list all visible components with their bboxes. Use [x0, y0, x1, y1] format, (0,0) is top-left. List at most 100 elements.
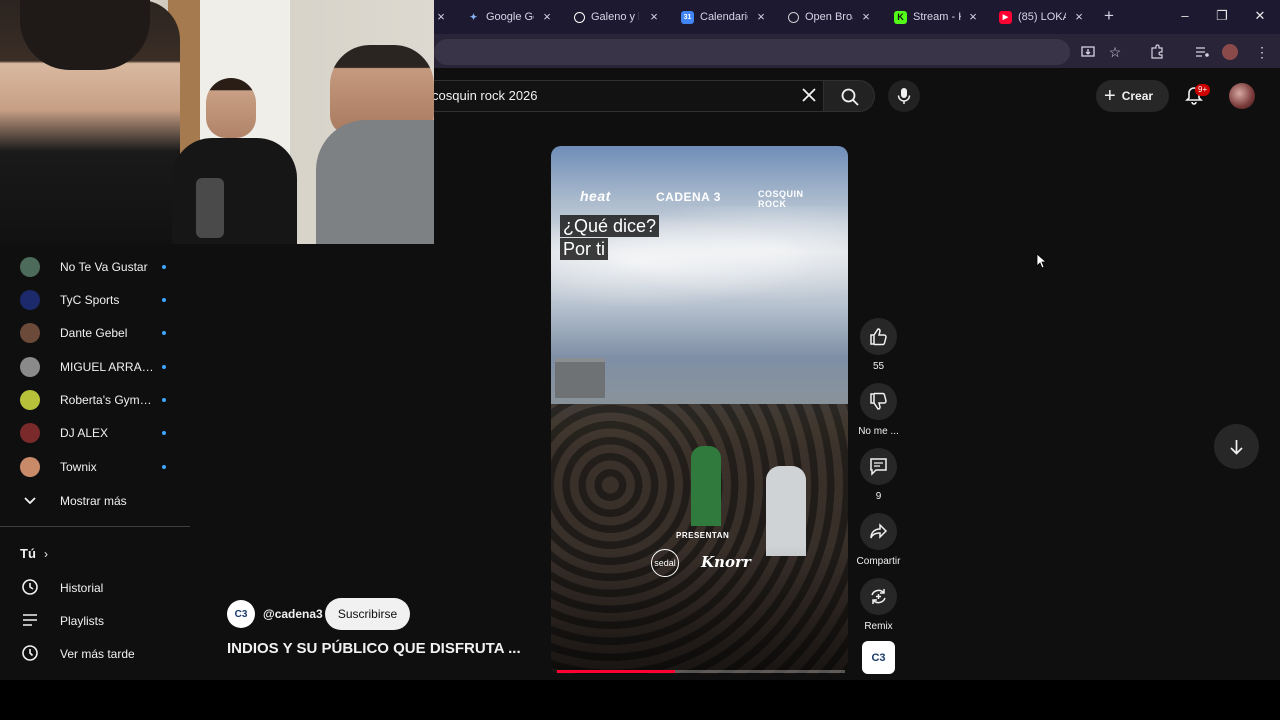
bookmark-star-icon[interactable]: ☆ — [1107, 44, 1123, 60]
channel-avatar — [20, 322, 40, 343]
extensions-icon[interactable] — [1149, 44, 1165, 60]
sidebar-subscription[interactable]: Dante Gebel — [0, 316, 190, 349]
new-content-dot — [162, 364, 166, 369]
kick-icon: K — [894, 10, 907, 24]
notifications-badge: 9+ — [1195, 84, 1211, 96]
channel-thumbnail[interactable]: C3 — [862, 641, 895, 674]
tab-label: Galeno y l — [591, 11, 639, 23]
address-bar[interactable] — [434, 39, 1070, 65]
hair — [20, 0, 150, 70]
browser-tab[interactable]: × — [437, 6, 447, 28]
sidebar-item-playlists[interactable]: Playlists — [0, 604, 190, 637]
search-icon — [841, 88, 859, 106]
install-app-icon[interactable] — [1080, 44, 1096, 60]
tab-close-icon[interactable]: × — [437, 9, 447, 24]
tab-close-icon[interactable]: × — [541, 9, 553, 24]
sidebar-subscription[interactable]: No Te Va Gustar — [0, 250, 190, 283]
new-content-dot — [162, 297, 166, 302]
profile-avatar-icon[interactable] — [1222, 44, 1238, 60]
streamer-middle-body — [172, 138, 297, 244]
new-content-dot — [162, 397, 166, 402]
video-caption-line-1: ¿Qué dice? — [560, 215, 660, 237]
dislike-button[interactable] — [860, 383, 897, 420]
you-section-title[interactable]: Tú — [20, 546, 36, 561]
clear-search-icon[interactable] — [800, 86, 818, 104]
browser-tab-active[interactable]: ▶ (85) LOKA × — [999, 6, 1085, 28]
comments-button[interactable] — [860, 448, 897, 485]
sidebar-subscription[interactable]: MIGUEL ARRAZ... — [0, 350, 190, 383]
chevron-right-icon[interactable]: › — [44, 547, 48, 561]
tab-close-icon[interactable]: × — [967, 9, 979, 24]
minimize-button[interactable]: – — [1177, 8, 1193, 23]
next-video-button[interactable] — [1214, 424, 1259, 469]
channel-handle[interactable]: @cadena3 — [263, 607, 323, 621]
knorr-logo: Knorr — [701, 553, 751, 571]
window-close-button[interactable]: ✕ — [1252, 8, 1268, 24]
browser-menu-icon[interactable]: ⋮ — [1254, 44, 1270, 60]
media-controls-icon[interactable] — [1194, 44, 1210, 60]
video-caption-line-2: Por ti — [560, 238, 609, 260]
heat-logo: heat — [580, 188, 611, 204]
search-button[interactable] — [823, 80, 875, 112]
show-more-button[interactable]: Mostrar más — [0, 484, 190, 517]
subscription-label: MIGUEL ARRAZ... — [60, 359, 154, 374]
sidebar-subscription[interactable]: Roberta's Gym E... — [0, 383, 190, 416]
streamer-right-body — [316, 120, 434, 244]
sidebar-item-watch-later[interactable]: Ver más tarde — [0, 637, 190, 670]
search-query: cosquin rock 2026 — [432, 88, 538, 103]
history-icon — [22, 579, 38, 595]
comments-count: 9 — [875, 491, 882, 502]
sidebar-subscription[interactable]: TyC Sports — [0, 283, 190, 316]
browser-tab[interactable]: 31 Calendario × — [681, 6, 767, 28]
tab-label: (85) LOKA — [1018, 11, 1066, 23]
tab-close-icon[interactable]: × — [860, 9, 872, 24]
remix-icon — [871, 589, 886, 604]
tab-close-icon[interactable]: × — [755, 9, 767, 24]
new-content-dot — [162, 330, 166, 335]
new-content-dot — [162, 464, 166, 469]
sidebar-subscription[interactable]: Townix — [0, 450, 190, 483]
subscription-label: Townix — [60, 459, 97, 474]
share-icon — [870, 523, 888, 539]
watch-later-icon — [22, 645, 38, 661]
account-avatar[interactable] — [1229, 83, 1255, 109]
voice-search-button[interactable] — [888, 80, 920, 112]
channel-avatar[interactable]: C3 — [227, 600, 255, 628]
maximize-button[interactable]: ❐ — [1214, 8, 1230, 24]
new-content-dot — [162, 264, 166, 269]
new-tab-button[interactable]: + — [1101, 6, 1117, 26]
sidebar-item-history[interactable]: Historial — [0, 571, 190, 604]
thumbs-up-icon — [870, 328, 887, 346]
browser-tab[interactable]: ✦ Google Ge × — [467, 6, 553, 28]
sidebar-subscription[interactable]: DJ ALEX — [0, 416, 190, 449]
channel-avatar — [20, 422, 40, 443]
openai-icon — [574, 11, 585, 23]
create-label: Crear — [1121, 89, 1154, 103]
history-label: Historial — [60, 581, 104, 595]
thumbs-down-icon — [870, 392, 887, 410]
cadena3-logo: CADENA 3 — [656, 190, 721, 204]
tab-close-icon[interactable]: × — [1073, 9, 1085, 24]
like-button[interactable] — [860, 318, 897, 355]
browser-tab[interactable]: Open Broa × — [788, 6, 872, 28]
share-button[interactable] — [860, 513, 897, 550]
tab-close-icon[interactable]: × — [648, 9, 660, 24]
chevron-down-icon — [24, 497, 36, 505]
video-progress-bar[interactable] — [557, 670, 845, 673]
sedal-logo: sedal — [651, 549, 679, 577]
remix-button[interactable] — [860, 578, 897, 615]
create-button[interactable]: + Crear — [1096, 80, 1169, 112]
browser-tab[interactable]: K Stream - K × — [894, 6, 979, 28]
channel-avatar — [20, 456, 40, 477]
tab-label: Google Ge — [486, 11, 534, 23]
video-title[interactable]: INDIOS Y SU PÚBLICO QUE DISFRUTA ... — [227, 640, 521, 657]
tumbler-cup — [196, 178, 224, 238]
bottom-shade — [551, 546, 848, 674]
browser-tab[interactable]: Galeno y l × — [574, 6, 660, 28]
share-label: Compartir — [856, 556, 901, 567]
cosquin-rock-logo: COSQUIN ROCK — [758, 189, 804, 209]
youtube-icon: ▶ — [999, 10, 1012, 24]
subscribe-button[interactable]: Suscribirse — [325, 598, 410, 630]
subscription-label: TyC Sports — [60, 292, 120, 307]
channel-avatar — [20, 356, 40, 377]
